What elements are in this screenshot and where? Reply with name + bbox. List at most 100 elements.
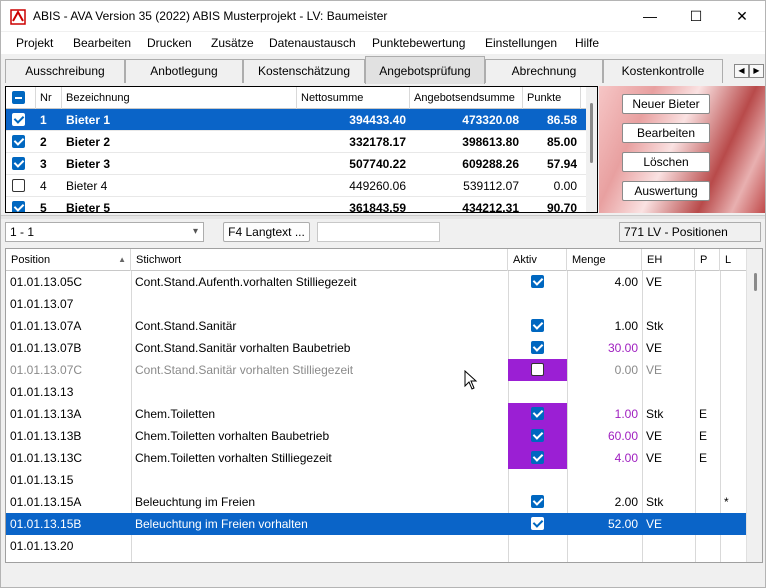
menu-zusaetze[interactable]: Zusätze bbox=[211, 36, 254, 50]
col-aktiv[interactable]: Aktiv bbox=[508, 249, 567, 271]
col-nettosumme[interactable]: Nettosumme bbox=[297, 87, 410, 109]
maximize-button[interactable]: ☐ bbox=[673, 1, 719, 31]
tab-scroll-left-icon[interactable]: ◀ bbox=[734, 64, 749, 78]
position-row[interactable]: 01.01.13.07B Cont.Stand.Sanitär vorhalten… bbox=[6, 337, 747, 359]
title-bar: ABIS - AVA Version 35 (2022) ABIS Muster… bbox=[1, 1, 765, 31]
new-bidder-button[interactable]: Neuer Bieter bbox=[622, 94, 710, 114]
bidder-name: Bieter 4 bbox=[66, 179, 108, 193]
position-menge bbox=[567, 293, 642, 315]
search-field[interactable] bbox=[317, 222, 440, 242]
col-p[interactable]: P bbox=[695, 249, 720, 271]
bidder-checkbox[interactable] bbox=[12, 179, 25, 192]
position-stichwort: Chem.Toiletten vorhalten Baubetrieb bbox=[135, 429, 330, 443]
bidder-row[interactable]: 2 Bieter 2 332178.17 398613.80 85.00 bbox=[6, 131, 587, 153]
position-row[interactable]: 01.01.13.13A Chem.Toiletten 1.00 Stk E bbox=[6, 403, 747, 425]
aktiv-checkbox[interactable] bbox=[531, 451, 544, 464]
menu-bearbeiten[interactable]: Bearbeiten bbox=[73, 36, 131, 50]
bidder-netto: 507740.22 bbox=[349, 157, 406, 171]
position-eh: VE bbox=[646, 429, 663, 443]
aktiv-checkbox[interactable] bbox=[531, 341, 544, 354]
col-position[interactable]: Position ▲ bbox=[6, 249, 131, 271]
position-p bbox=[695, 535, 720, 557]
range-select[interactable]: 1 - 1 ▾ bbox=[5, 222, 204, 242]
position-p bbox=[695, 469, 720, 491]
splitter[interactable] bbox=[1, 215, 765, 219]
position-count: 771 LV - Positionen bbox=[619, 222, 761, 242]
col-eh[interactable]: EH bbox=[642, 249, 695, 271]
position-row[interactable]: 01.01.13.15B Beleuchtung im Freien vorhal… bbox=[6, 513, 747, 535]
position-row[interactable]: 01.01.13.07A Cont.Stand.Sanitär 1.00 Stk bbox=[6, 315, 747, 337]
position-code: 01.01.13.05C bbox=[10, 275, 83, 289]
aktiv-checkbox[interactable] bbox=[531, 275, 544, 288]
position-stichwort bbox=[131, 469, 508, 491]
position-row[interactable]: 01.01.13.07 bbox=[6, 293, 747, 315]
select-all-checkbox[interactable] bbox=[12, 91, 25, 104]
tab-scroll-right-icon[interactable]: ▶ bbox=[749, 64, 764, 78]
col-l[interactable]: L bbox=[720, 249, 747, 271]
delete-button[interactable]: Löschen bbox=[622, 152, 710, 172]
aktiv-checkbox[interactable] bbox=[531, 429, 544, 442]
bidder-checkbox[interactable] bbox=[12, 113, 25, 126]
col-punkte[interactable]: Punkte bbox=[523, 87, 581, 109]
tab-kostenkontrolle[interactable]: Kostenkontrolle bbox=[603, 59, 723, 83]
col-position-label: Position bbox=[11, 254, 51, 266]
aktiv-checkbox[interactable] bbox=[531, 319, 544, 332]
position-row[interactable]: 01.01.13.15 bbox=[6, 469, 747, 491]
position-code: 01.01.13.07 bbox=[10, 297, 74, 311]
menu-datenaustausch[interactable]: Datenaustausch bbox=[269, 36, 356, 50]
bidder-row[interactable]: 3 Bieter 3 507740.22 609288.26 57.94 bbox=[6, 153, 587, 175]
menu-drucken[interactable]: Drucken bbox=[147, 36, 192, 50]
position-row[interactable]: 01.01.13.05C Cont.Stand.Aufenth.vorhalten… bbox=[6, 271, 747, 293]
bidder-row[interactable]: 5 Bieter 5 361843.59 434212.31 90.70 bbox=[6, 197, 587, 212]
position-menge bbox=[567, 381, 642, 403]
position-code: 01.01.13.20 bbox=[10, 539, 74, 553]
col-stichwort[interactable]: Stichwort bbox=[131, 249, 508, 271]
tab-ausschreibung[interactable]: Ausschreibung bbox=[5, 59, 125, 83]
col-nr[interactable]: Nr bbox=[36, 87, 62, 109]
sort-up-icon: ▲ bbox=[118, 255, 126, 264]
position-p bbox=[695, 359, 720, 381]
col-bezeichnung[interactable]: Bezeichnung bbox=[62, 87, 297, 109]
position-row[interactable]: 01.01.13.20 bbox=[6, 535, 747, 557]
bidder-row[interactable]: 4 Bieter 4 449260.06 539112.07 0.00 bbox=[6, 175, 587, 197]
aktiv-checkbox[interactable] bbox=[531, 363, 544, 376]
aktiv-checkbox[interactable] bbox=[531, 517, 544, 530]
positions-scroll-thumb[interactable] bbox=[754, 273, 757, 291]
position-row[interactable]: 01.01.13.13B Chem.Toiletten vorhalten Bau… bbox=[6, 425, 747, 447]
minimize-button[interactable]: — bbox=[627, 1, 673, 31]
bidder-checkbox[interactable] bbox=[12, 157, 25, 170]
menu-hilfe[interactable]: Hilfe bbox=[575, 36, 599, 50]
position-code: 01.01.13.07B bbox=[10, 341, 82, 355]
bidder-nr: 3 bbox=[40, 157, 47, 171]
bidder-endsumme: 398613.80 bbox=[462, 135, 519, 149]
bidder-checkbox[interactable] bbox=[12, 201, 25, 212]
aktiv-checkbox[interactable] bbox=[531, 407, 544, 420]
bidder-row[interactable]: 1 Bieter 1 394433.40 473320.08 86.58 bbox=[6, 109, 587, 131]
tab-anbotlegung[interactable]: Anbotlegung bbox=[125, 59, 243, 83]
position-stichwort: Cont.Stand.Aufenth.vorhalten Stilliegeze… bbox=[135, 275, 357, 289]
menu-einstellungen[interactable]: Einstellungen bbox=[485, 36, 557, 50]
evaluation-button[interactable]: Auswertung bbox=[622, 181, 710, 201]
chevron-down-icon[interactable]: ▾ bbox=[193, 223, 198, 241]
position-row[interactable]: 01.01.13.13C Chem.Toiletten vorhalten Sti… bbox=[6, 447, 747, 469]
tab-abrechnung[interactable]: Abrechnung bbox=[485, 59, 603, 83]
langtext-button[interactable]: F4 Langtext ... bbox=[223, 222, 310, 242]
bidder-scroll-thumb[interactable] bbox=[590, 103, 593, 163]
menu-projekt[interactable]: Projekt bbox=[16, 36, 53, 50]
edit-button[interactable]: Bearbeiten bbox=[622, 123, 710, 143]
bidder-punkte: 86.58 bbox=[546, 113, 577, 127]
position-row[interactable]: 01.01.13.07C Cont.Stand.Sanitär vorhalten… bbox=[6, 359, 747, 381]
positions-scrollbar[interactable] bbox=[746, 249, 762, 562]
aktiv-checkbox[interactable] bbox=[531, 495, 544, 508]
position-p bbox=[695, 513, 720, 535]
bidder-checkbox[interactable] bbox=[12, 135, 25, 148]
bidder-scrollbar[interactable] bbox=[586, 87, 597, 212]
col-angebotsendsumme[interactable]: Angebotsendsumme bbox=[410, 87, 523, 109]
tab-angebotspruefung[interactable]: Angebotsprüfung bbox=[365, 56, 485, 84]
close-button[interactable]: ✕ bbox=[719, 1, 765, 31]
menu-punktebewertung[interactable]: Punktebewertung bbox=[372, 36, 465, 50]
col-menge[interactable]: Menge bbox=[567, 249, 642, 271]
position-row[interactable]: 01.01.13.15A Beleuchtung im Freien 2.00 Stk… bbox=[6, 491, 747, 513]
tab-kostenschaetzung[interactable]: Kostenschätzung bbox=[243, 59, 365, 83]
position-row[interactable]: 01.01.13.13 bbox=[6, 381, 747, 403]
